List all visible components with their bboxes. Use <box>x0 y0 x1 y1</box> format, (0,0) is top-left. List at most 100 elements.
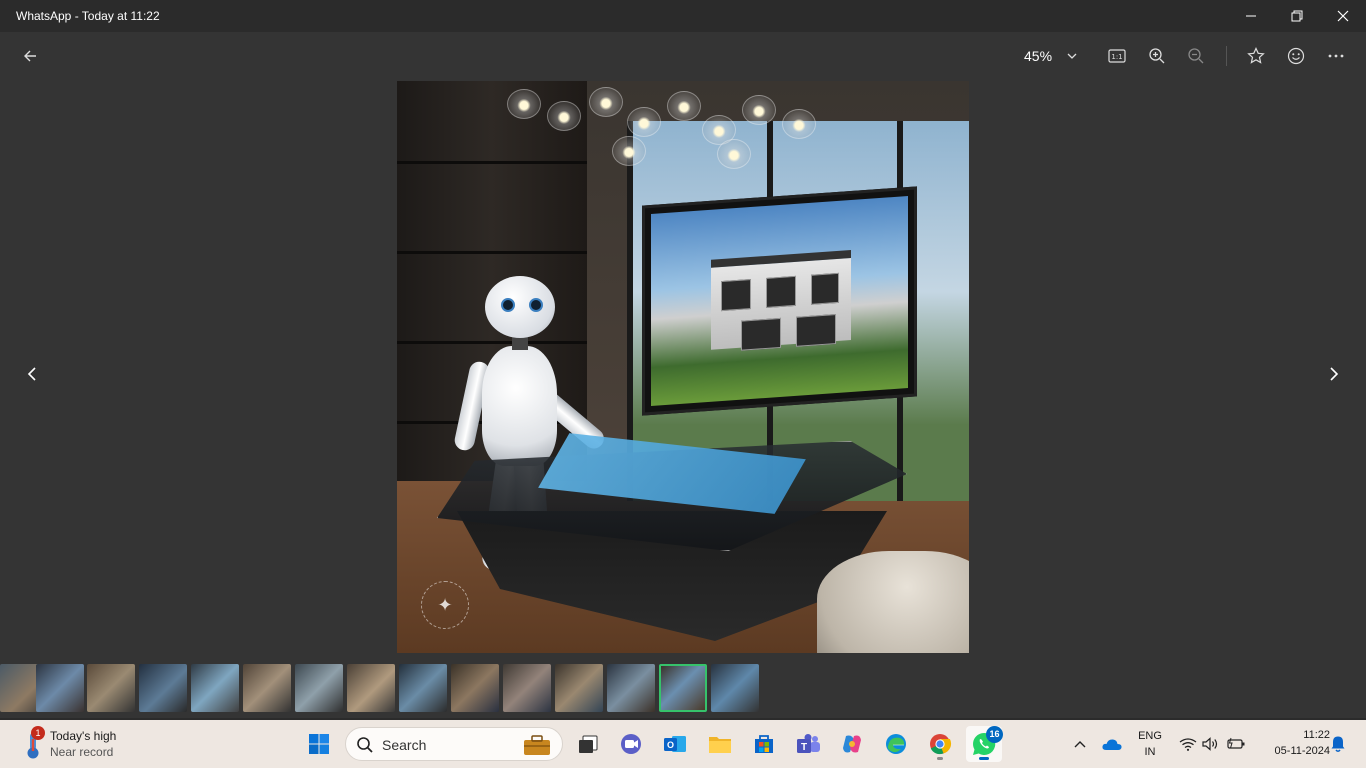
photo-chair <box>817 551 969 653</box>
chrome-icon <box>930 734 952 755</box>
actual-size-button[interactable]: 1:1 <box>1101 42 1133 70</box>
actual-size-icon: 1:1 <box>1108 49 1126 63</box>
smiley-icon <box>1287 47 1305 65</box>
speaker-icon <box>1202 737 1218 751</box>
zoom-dropdown-button[interactable] <box>1056 42 1088 70</box>
outlook-app[interactable]: O <box>657 726 693 762</box>
edge-app[interactable] <box>878 726 914 762</box>
svg-text:O: O <box>667 740 674 750</box>
edge-icon <box>886 734 906 754</box>
filmstrip <box>0 664 1366 714</box>
copilot-icon <box>843 735 861 753</box>
zoom-in-button[interactable] <box>1141 42 1173 70</box>
briefcase-icon <box>524 735 550 755</box>
task-view-button[interactable] <box>570 726 606 762</box>
meet-app[interactable] <box>613 726 649 762</box>
show-hidden-icons-button[interactable] <box>1062 726 1098 762</box>
chevron-left-icon <box>27 367 36 381</box>
language-indicator-line2: IN <box>1144 746 1156 758</box>
filmstrip-thumb[interactable] <box>139 664 187 712</box>
weather-widget[interactable]: 1 Today's high Near record <box>22 726 142 762</box>
photo-robot-head <box>485 276 555 338</box>
sparkle-watermark-icon: ✦ <box>421 581 469 629</box>
teams-app[interactable]: T <box>790 726 826 762</box>
volume-status[interactable] <box>1201 726 1221 762</box>
window-title: WhatsApp - Today at 11:22 <box>16 9 160 23</box>
running-indicator <box>937 757 943 760</box>
outlook-icon: O <box>664 736 686 752</box>
filmstrip-thumb[interactable] <box>87 664 135 712</box>
copilot-app[interactable] <box>834 726 870 762</box>
star-icon <box>1247 47 1265 64</box>
filmstrip-thumb-selected[interactable] <box>659 664 707 712</box>
zoom-level[interactable]: 45% <box>1024 48 1052 64</box>
photo-chandelier <box>497 81 827 171</box>
notifications-button[interactable] <box>1326 726 1350 762</box>
wifi-icon <box>1179 738 1197 751</box>
taskbar-search-box[interactable]: Search <box>345 727 563 761</box>
filmstrip-thumb[interactable] <box>347 664 395 712</box>
zoom-in-icon <box>1149 48 1165 64</box>
active-indicator <box>979 757 989 760</box>
photo-tv <box>642 186 917 416</box>
viewer-toolbar: 45% 1:1 <box>0 32 1366 80</box>
start-button[interactable] <box>301 726 337 762</box>
title-bar: WhatsApp - Today at 11:22 <box>0 0 1366 32</box>
close-button[interactable] <box>1320 0 1366 32</box>
filmstrip-thumb[interactable] <box>243 664 291 712</box>
svg-text:1:1: 1:1 <box>1111 53 1122 61</box>
wifi-status[interactable] <box>1178 726 1198 762</box>
chevron-down-icon <box>1067 53 1077 59</box>
file-explorer-app[interactable] <box>702 726 738 762</box>
restore-icon <box>1291 10 1303 22</box>
toolbar-separator <box>1226 46 1227 66</box>
filmstrip-thumb[interactable] <box>191 664 239 712</box>
close-icon <box>1337 10 1349 22</box>
restore-button[interactable] <box>1274 0 1320 32</box>
minimize-icon <box>1246 15 1256 17</box>
task-view-icon <box>579 735 598 753</box>
clock-time[interactable]: 11:22 <box>1254 729 1330 741</box>
search-placeholder: Search <box>382 737 427 753</box>
windows-logo-icon <box>309 734 329 754</box>
weather-title: Today's high <box>50 729 117 743</box>
filmstrip-thumb[interactable] <box>451 664 499 712</box>
microsoft-store-app[interactable] <box>746 726 782 762</box>
zoom-out-button[interactable] <box>1180 42 1212 70</box>
zoom-out-icon <box>1188 48 1204 64</box>
battery-status[interactable] <box>1225 726 1247 762</box>
minimize-button[interactable] <box>1228 0 1274 32</box>
filmstrip-thumb[interactable] <box>607 664 655 712</box>
store-icon <box>755 735 773 753</box>
onedrive-cloud-icon <box>1102 739 1122 750</box>
clock-date: 05-11-2024 <box>1274 745 1330 757</box>
filmstrip-thumb[interactable] <box>399 664 447 712</box>
next-image-button[interactable] <box>1320 360 1348 388</box>
weather-subtitle: Near record <box>50 745 114 759</box>
photo-robot-body <box>482 346 557 466</box>
more-options-button[interactable] <box>1320 42 1352 70</box>
favorite-button[interactable] <box>1240 42 1272 70</box>
teams-icon: T <box>797 734 820 753</box>
bell-icon <box>1331 736 1345 752</box>
chrome-app[interactable] <box>922 726 958 762</box>
filmstrip-thumb[interactable] <box>295 664 343 712</box>
chevron-right-icon <box>1330 367 1339 381</box>
back-button[interactable] <box>14 42 46 70</box>
photo-viewer: 45% 1:1 ✦ <box>0 32 1366 718</box>
weather-alert-badge: 1 <box>31 726 45 740</box>
taskbar: 1 Today's high Near record Search O T 16 <box>0 720 1366 768</box>
filmstrip-thumb[interactable] <box>555 664 603 712</box>
react-button[interactable] <box>1280 42 1312 70</box>
previous-image-button[interactable] <box>18 360 46 388</box>
filmstrip-thumb[interactable] <box>711 664 759 712</box>
chevron-up-icon <box>1074 741 1086 748</box>
folder-icon <box>709 737 731 753</box>
whatsapp-app[interactable]: 16 <box>966 726 1003 762</box>
filmstrip-thumb[interactable] <box>36 664 84 712</box>
onedrive-button[interactable] <box>1094 726 1130 762</box>
filmstrip-thumb[interactable] <box>503 664 551 712</box>
whatsapp-unread-badge: 16 <box>986 726 1003 743</box>
language-indicator-line1[interactable]: ENG <box>1134 730 1166 742</box>
more-icon <box>1328 54 1344 58</box>
